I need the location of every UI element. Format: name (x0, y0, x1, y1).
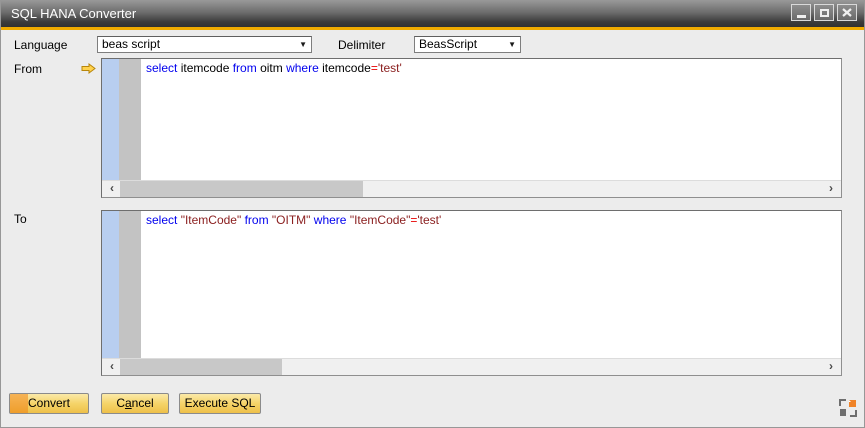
from-label: From (14, 62, 42, 76)
to-horizontal-scrollbar[interactable]: ‹ › (102, 358, 841, 375)
default-button-indicator (10, 394, 28, 413)
convert-button[interactable]: Convert (9, 393, 89, 414)
execute-sql-button[interactable]: Execute SQL (179, 393, 261, 414)
from-editor[interactable]: select itemcode from oitm where itemcode… (101, 58, 842, 198)
link-arrow-icon[interactable] (81, 63, 96, 74)
from-editor-margin (102, 59, 119, 181)
from-horizontal-scrollbar[interactable]: ‹ › (102, 180, 841, 197)
execute-sql-button-label: Execute SQL (184, 396, 256, 410)
chevron-down-icon: ▼ (299, 40, 307, 49)
maximize-button[interactable] (814, 4, 834, 21)
scroll-left-icon[interactable]: ‹ (104, 181, 120, 197)
convert-button-label: Convert (27, 396, 71, 410)
scroll-right-icon[interactable]: › (823, 181, 839, 197)
accent-bar (1, 27, 864, 30)
minimize-button[interactable] (791, 4, 811, 21)
delimiter-label: Delimiter (338, 38, 386, 52)
scroll-right-icon[interactable]: › (823, 359, 839, 375)
language-dropdown[interactable]: beas script ▼ (97, 36, 312, 53)
cancel-button[interactable]: Cancel (101, 393, 169, 414)
from-editor-gutter (119, 59, 141, 181)
to-editor[interactable]: select "ItemCode" from "OITM" where "Ite… (101, 210, 842, 376)
form-resize-icon[interactable] (839, 399, 857, 417)
delimiter-dropdown[interactable]: BeasScript ▼ (414, 36, 521, 53)
window-controls (791, 4, 857, 21)
to-editor-gutter (119, 211, 141, 359)
close-button[interactable] (837, 4, 857, 21)
window-title: SQL HANA Converter (11, 6, 137, 21)
from-code-line[interactable]: select itemcode from oitm where itemcode… (146, 61, 839, 76)
language-label: Language (14, 38, 68, 52)
titlebar[interactable]: SQL HANA Converter (1, 1, 864, 27)
delimiter-value: BeasScript (419, 37, 478, 51)
to-code-line[interactable]: select "ItemCode" from "OITM" where "Ite… (146, 213, 839, 228)
to-scrollbar-thumb[interactable] (120, 359, 282, 375)
minimize-icon (796, 15, 806, 18)
close-icon (842, 8, 852, 17)
chevron-down-icon: ▼ (508, 40, 516, 49)
language-value: beas script (102, 37, 161, 51)
to-editor-margin (102, 211, 119, 359)
from-scrollbar-thumb[interactable] (120, 181, 363, 197)
cancel-button-label: Cancel (116, 396, 154, 410)
sql-hana-converter-window: SQL HANA Converter Language beas script … (0, 0, 865, 428)
scroll-left-icon[interactable]: ‹ (104, 359, 120, 375)
to-label: To (14, 212, 27, 226)
maximize-icon (819, 8, 829, 17)
